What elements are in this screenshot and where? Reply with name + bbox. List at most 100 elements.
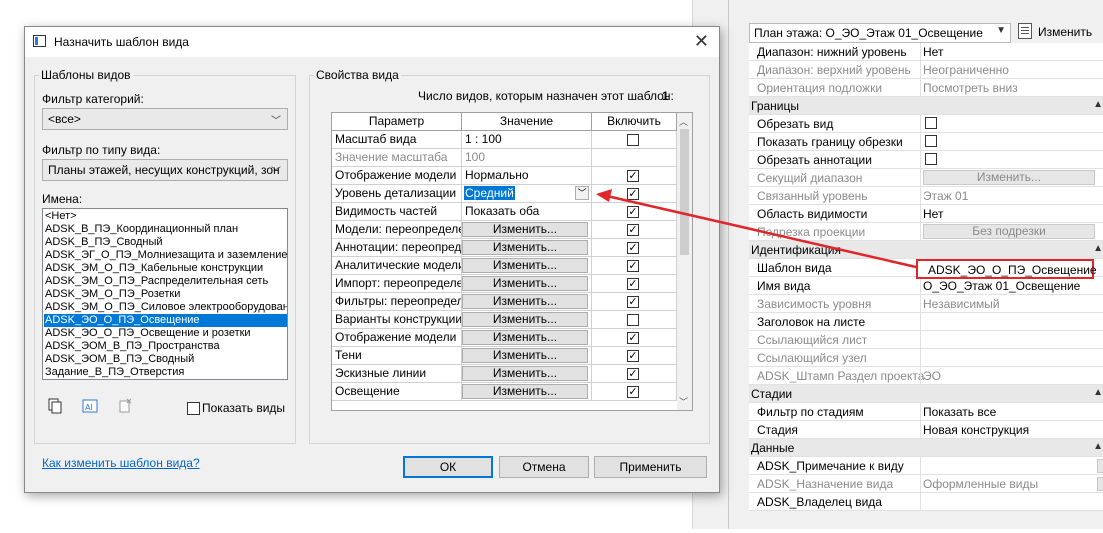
template-list-item[interactable]: ADSK_ЭГ_О_ПЭ_Молниезащита и заземление: [45, 249, 287, 262]
template-list-item[interactable]: <Нет>: [45, 210, 285, 223]
table-row[interactable]: Тени Изменить... ✓: [332, 347, 677, 365]
edit-button[interactable]: Изменить...: [462, 330, 588, 345]
edit-button[interactable]: Изменить...: [462, 258, 588, 273]
include-checkbox[interactable]: ✓: [627, 278, 639, 290]
property-row[interactable]: Обрезать вид: [749, 115, 1103, 133]
edit-button[interactable]: Изменить...: [462, 276, 588, 291]
include-checkbox[interactable]: ✓: [627, 224, 639, 236]
property-row[interactable]: Область видимости Нет: [749, 205, 1103, 223]
property-button[interactable]: Без подрезки: [923, 224, 1095, 239]
include-checkbox[interactable]: ✓: [627, 332, 639, 344]
property-value[interactable]: Независимый: [923, 297, 1000, 311]
property-row[interactable]: Связанный уровень Этаж 01: [749, 187, 1103, 205]
help-link[interactable]: Как изменить шаблон вида?: [42, 456, 200, 470]
column-header[interactable]: Параметр: [332, 113, 462, 131]
include-checkbox[interactable]: ✓: [627, 260, 639, 272]
cancel-button[interactable]: Отмена: [499, 456, 589, 478]
property-row[interactable]: ADSK_Штамп Раздел проекта ЭО: [749, 367, 1103, 385]
chevron-down-icon[interactable]: ﹀: [575, 186, 589, 200]
property-row[interactable]: Заголовок на листе: [749, 313, 1103, 331]
property-row[interactable]: Ссылающийся узел: [749, 349, 1103, 367]
property-value[interactable]: Оформленные виды: [923, 477, 1038, 491]
include-checkbox[interactable]: ✓: [627, 296, 639, 308]
include-checkbox[interactable]: ✓: [627, 368, 639, 380]
property-group-header[interactable]: Границы ▲: [749, 97, 1103, 115]
column-header[interactable]: Включить: [592, 113, 677, 131]
property-row[interactable]: Показать границу обрезки: [749, 133, 1103, 151]
property-value[interactable]: ЭО: [923, 369, 941, 383]
property-row[interactable]: ADSK_Назначение вида Оформленные виды: [749, 475, 1103, 493]
template-list-item[interactable]: ADSK_ЭО_О_ПЭ_Освещение и розетки: [45, 327, 285, 340]
template-list-item[interactable]: ADSK_В_ПЭ_Сводный: [45, 236, 285, 249]
template-list-item[interactable]: ADSK_ЭМ_О_ПЭ_Розетки: [45, 288, 285, 301]
table-row[interactable]: Значение масштаба 100: [332, 149, 677, 167]
view-properties-table[interactable]: Параметр Значение Включить Масштаб вида 1 : …: [331, 112, 693, 411]
property-checkbox[interactable]: [925, 153, 937, 165]
table-row[interactable]: Аннотации: переопределенияИзменить... ✓: [332, 239, 677, 257]
template-list-item[interactable]: ADSK_ЭМ_О_ПЭ_Силовое электрооборудовани: [45, 301, 287, 314]
property-row[interactable]: Зависимость уровня Независимый: [749, 295, 1103, 313]
table-scrollbar[interactable]: ︿ ﹀: [677, 113, 692, 410]
edit-button[interactable]: Изменить...: [462, 240, 588, 255]
property-row[interactable]: Стадия Новая конструкция: [749, 421, 1103, 439]
value-edit-icon[interactable]: [1097, 477, 1103, 491]
property-row[interactable]: Обрезать аннотации: [749, 151, 1103, 169]
table-row[interactable]: Видимость частей Показать оба ✓: [332, 203, 677, 221]
property-group-header[interactable]: Стадии ▲: [749, 385, 1103, 403]
edit-button[interactable]: Изменить...: [462, 366, 588, 381]
edit-button[interactable]: Изменить...: [462, 294, 588, 309]
include-checkbox[interactable]: ✓: [627, 242, 639, 254]
template-list-item[interactable]: Задание_В_ПЭ_Отверстия: [45, 366, 285, 379]
show-views-checkbox[interactable]: [187, 402, 200, 415]
property-row[interactable]: Диапазон: верхний уровень Неограниченно: [749, 61, 1103, 79]
dialog-titlebar[interactable]: Назначить шаблон вида ✕: [25, 27, 719, 57]
property-checkbox[interactable]: [925, 117, 937, 129]
column-header[interactable]: Значение: [462, 113, 592, 131]
edit-button[interactable]: Изменить...: [462, 384, 588, 399]
property-checkbox[interactable]: [925, 135, 937, 147]
include-checkbox[interactable]: ✓: [627, 188, 639, 200]
ok-button[interactable]: ОК: [403, 456, 493, 478]
include-checkbox[interactable]: ✓: [627, 350, 639, 362]
collapse-icon[interactable]: ▲: [1093, 387, 1103, 398]
property-value[interactable]: Нет: [923, 207, 943, 221]
property-button[interactable]: Изменить...: [923, 170, 1095, 185]
duplicate-icon[interactable]: [47, 398, 63, 414]
property-row[interactable]: Ориентация подложки Посмотреть вниз: [749, 79, 1103, 97]
collapse-icon[interactable]: ▲: [1093, 99, 1103, 110]
table-row[interactable]: Модели: переопределенияИзменить... ✓: [332, 221, 677, 239]
table-row[interactable]: Эскизные линии Изменить... ✓: [332, 365, 677, 383]
value-edit-icon[interactable]: [1097, 459, 1103, 473]
chevron-down-icon[interactable]: ﹀: [679, 395, 688, 408]
property-value[interactable]: Неограниченно: [923, 63, 1009, 77]
template-list-item[interactable]: ADSK_ЭОМ_В_ПЭ_Сводный: [45, 353, 285, 366]
template-list-item[interactable]: ADSK_ЭМ_О_ПЭ_Кабельные конструкции: [45, 262, 285, 275]
chevron-up-icon[interactable]: ︿: [679, 115, 688, 128]
rename-icon[interactable]: AI: [82, 398, 98, 414]
panel-divider[interactable]: [728, 0, 729, 529]
table-row[interactable]: Освещение Изменить... ✓: [332, 383, 677, 401]
table-row[interactable]: Отображение модели Нормально ✓: [332, 167, 677, 185]
table-row[interactable]: Масштаб вида 1 : 100: [332, 131, 677, 149]
table-row[interactable]: Импорт: переопределенияИзменить... ✓: [332, 275, 677, 293]
property-row[interactable]: Диапазон: нижний уровень Нет: [749, 43, 1103, 61]
table-row[interactable]: Фильтры: переопределенияИзменить... ✓: [332, 293, 677, 311]
apply-button[interactable]: Применить: [594, 456, 707, 478]
type-selector[interactable]: План этажа: О_ЭО_Этаж 01_Освещение ▼: [749, 23, 1011, 43]
include-checkbox[interactable]: ✓: [627, 170, 639, 182]
property-value[interactable]: Нет: [923, 45, 943, 59]
close-icon[interactable]: ✕: [694, 31, 709, 51]
edit-type-button[interactable]: Изменить: [1016, 21, 1103, 43]
include-checkbox[interactable]: ✓: [627, 386, 639, 398]
template-list-item[interactable]: ADSK_ЭОМ_В_ПЭ_Пространства: [45, 340, 285, 353]
collapse-icon[interactable]: ▲: [1093, 243, 1103, 254]
property-row[interactable]: Ссылающийся лист: [749, 331, 1103, 349]
type-filter-combo[interactable]: Планы этажей, несущих конструкций, зон ﹀: [42, 159, 288, 181]
edit-button[interactable]: Изменить...: [462, 348, 588, 363]
include-checkbox[interactable]: [627, 314, 639, 326]
include-checkbox[interactable]: [627, 134, 639, 146]
property-value[interactable]: Показать все: [923, 405, 996, 419]
view-template-button[interactable]: ADSK_ЭО_О_ПЭ_Освещение: [916, 259, 1097, 279]
category-filter-combo[interactable]: <все> ﹀: [42, 108, 288, 130]
template-list-item[interactable]: ADSK_ЭО_О_ПЭ_Освещение: [44, 314, 287, 327]
